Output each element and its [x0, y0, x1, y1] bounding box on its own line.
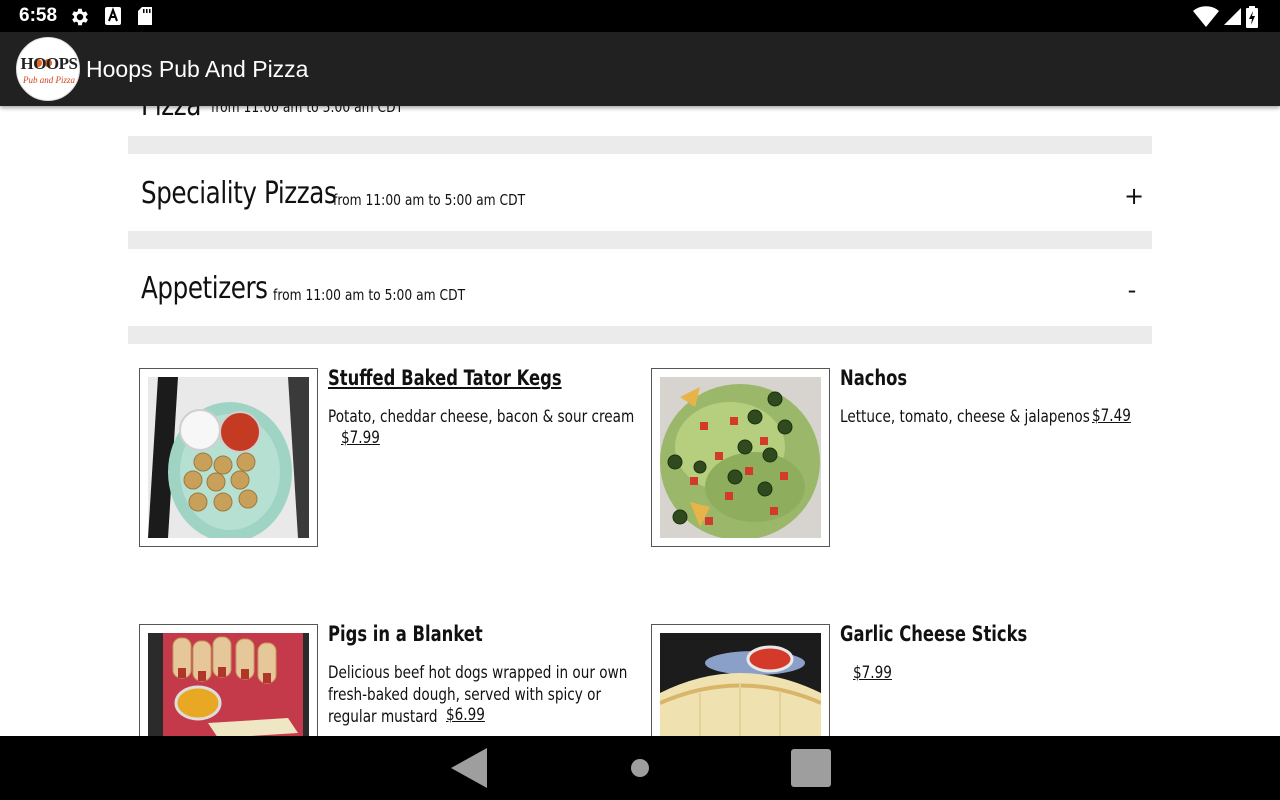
- item-price[interactable]: $6.99: [446, 705, 485, 725]
- item-photo[interactable]: [139, 368, 318, 547]
- item-description-line: Delicious beef hot dogs wrapped in our o…: [328, 663, 628, 683]
- category-title: Speciality Pizzas: [141, 176, 337, 211]
- item-description: Potato, cheddar cheese, bacon & sour cre…: [328, 407, 635, 427]
- item-photo[interactable]: [651, 368, 830, 547]
- category-separator: [128, 326, 1152, 344]
- app-logo[interactable]: HOOPS Pub and Pizza: [16, 37, 80, 101]
- item-price[interactable]: $7.99: [853, 663, 892, 683]
- collapse-toggle[interactable]: -: [1124, 276, 1140, 304]
- item-price[interactable]: $7.49: [1092, 406, 1131, 426]
- app-bar: HOOPS Pub and Pizza Hoops Pub And Pizza: [0, 32, 1280, 106]
- category-separator: [128, 231, 1152, 249]
- garlic-cheese-sticks-photo: [660, 633, 821, 736]
- sd-card-icon: [138, 7, 152, 25]
- status-bar: 6:58: [0, 0, 1280, 32]
- category-hours: from 11:00 am to 5:00 am CDT: [211, 106, 404, 116]
- item-description-line: fresh-baked dough, served with spicy or: [328, 685, 602, 705]
- logo-top-text: HOOPS: [20, 54, 78, 73]
- navigation-bar: [0, 736, 1280, 800]
- category-hours: from 11:00 am to 5:00 am CDT: [273, 286, 466, 304]
- expand-toggle[interactable]: +: [1124, 106, 1144, 112]
- font-a-icon: [105, 7, 121, 25]
- home-icon[interactable]: [630, 758, 650, 778]
- nachos-photo: [660, 377, 821, 538]
- category-separator: [128, 136, 1152, 154]
- recents-icon[interactable]: [790, 748, 832, 788]
- pigs-in-a-blanket-photo: [148, 633, 309, 736]
- signal-icon: [1224, 8, 1241, 25]
- battery-charging-icon: [1246, 6, 1258, 28]
- status-time: 6:58: [19, 5, 58, 26]
- wifi-icon: [1193, 6, 1219, 28]
- item-price[interactable]: $7.99: [341, 428, 380, 448]
- category-hours: from 11:00 am to 5:00 am CDT: [333, 191, 526, 209]
- tator-kegs-photo: [148, 377, 309, 538]
- menu-content: Pizza from 11:00 am to 5:00 am CDT + Spe…: [0, 106, 1280, 736]
- category-title: Pizza: [141, 106, 201, 123]
- item-name[interactable]: Stuffed Baked Tator Kegs: [328, 366, 562, 390]
- back-icon[interactable]: [449, 746, 489, 790]
- gear-icon: [72, 8, 88, 26]
- item-description: Lettuce, tomato, cheese & jalapenos: [840, 407, 1090, 427]
- app-title: Hoops Pub And Pizza: [86, 56, 309, 82]
- logo-bottom-text: Pub and Pizza: [22, 75, 75, 85]
- item-name[interactable]: Nachos: [840, 366, 907, 390]
- item-name[interactable]: Pigs in a Blanket: [328, 622, 483, 646]
- item-photo[interactable]: [139, 624, 318, 736]
- category-title: Appetizers: [141, 271, 268, 306]
- item-photo[interactable]: [651, 624, 830, 736]
- item-name[interactable]: Garlic Cheese Sticks: [840, 622, 1027, 646]
- expand-toggle[interactable]: +: [1124, 182, 1144, 210]
